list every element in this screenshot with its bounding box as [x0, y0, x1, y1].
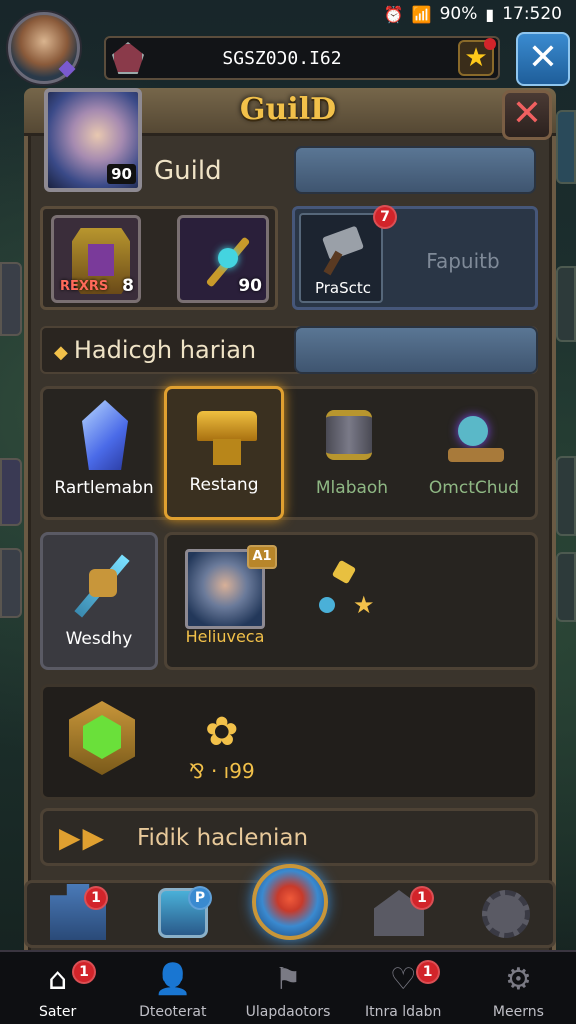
house-badge: 1	[410, 886, 434, 910]
side-tab-left[interactable]	[0, 262, 22, 336]
player-id-bar: SGSZ0Ɔ0.I62 ★	[104, 36, 500, 80]
gear-icon: ⚙	[504, 962, 532, 997]
reward-amount: ⅋ · ı99	[189, 759, 255, 783]
status-time: 17:520	[502, 4, 562, 24]
action-row[interactable]: ▶▶ Fidik haclenian	[40, 808, 538, 866]
grid-label: Mlabaoh	[315, 478, 389, 498]
side-tab-right[interactable]	[556, 456, 576, 536]
scales-icon	[448, 412, 504, 464]
nav-label: Meerns	[492, 1004, 544, 1020]
hero-card: A1 Heliuveca ★	[164, 532, 538, 670]
hero-badge: A1	[247, 545, 277, 569]
hero-name: Heliuveca	[185, 627, 265, 646]
barrel-icon	[326, 410, 372, 460]
grid-cell-scales[interactable]: OmctChud	[412, 386, 536, 520]
person-icon: 👤	[154, 962, 192, 997]
emblem-count: 8	[122, 276, 134, 296]
hammer-icon	[321, 223, 365, 273]
heart-orb-button[interactable]	[252, 864, 328, 940]
star-button[interactable]: ★	[458, 38, 496, 76]
grid-cell-barrel[interactable]: Mlabaoh	[290, 386, 414, 520]
grid-label: Rartlemabn	[54, 478, 154, 498]
green-gem-icon	[69, 701, 135, 775]
section-title: ◆ Hadicgh harian	[54, 336, 256, 364]
grid-label: OmctChud	[428, 478, 520, 498]
crystal-icon	[82, 400, 128, 470]
nav-item-profile[interactable]: 👤 Dteoterat	[115, 952, 230, 1024]
sword-icon	[67, 549, 137, 619]
play-arrows-icon: ▶▶	[59, 821, 107, 854]
action-row-text: Fidik haclenian	[137, 825, 309, 851]
nav-label: Ulapdaotors	[245, 1004, 331, 1020]
player-avatar[interactable]	[8, 12, 80, 84]
nav-badge: 1	[415, 960, 440, 984]
wand-item[interactable]: 90	[177, 215, 269, 303]
side-tab-right[interactable]	[556, 266, 576, 342]
guild-item-slots: REXRS 8 90	[40, 206, 278, 310]
section-title-text: Hadicgh harian	[73, 336, 257, 364]
gear-button[interactable]	[482, 890, 530, 938]
notification-dot	[484, 38, 496, 50]
heart-icon: ♡	[389, 962, 417, 997]
top-close-button[interactable]: ✕	[516, 32, 570, 86]
grid-label: Restang	[189, 475, 259, 495]
panel-close-button[interactable]: ✕	[502, 90, 552, 140]
wifi-icon: 📶	[411, 4, 432, 24]
nav-item-home[interactable]: ⌂ 1 Sater	[0, 952, 115, 1024]
grid-cell-crystal[interactable]: Rartlemabn	[42, 386, 166, 520]
guild-name: Guild	[154, 156, 222, 186]
player-id: SGSZ0Ɔ0.I62	[222, 48, 342, 69]
battery-icon: ▮	[485, 4, 495, 24]
bottom-nav: ⌂ 1 Sater 👤 Dteoterat ⚑ Ulapdaotors ♡ 1 …	[0, 950, 576, 1024]
guild-level: 90	[107, 164, 136, 184]
grid-cell-anvil[interactable]: Restang	[164, 386, 284, 520]
tower-badge: 1	[84, 886, 108, 910]
nav-label: Itnra ldabn	[365, 1004, 442, 1020]
emblem-tag: REXRS	[60, 279, 109, 294]
section-bar[interactable]	[294, 326, 538, 374]
guild-info-bar[interactable]	[294, 146, 536, 194]
practice-title: Fapuitb	[426, 249, 500, 273]
battery-percent: 90%	[439, 4, 478, 24]
guild-leader-portrait[interactable]: 90	[44, 88, 142, 192]
status-bar: ⏰ 📶 90% ▮ 17:520	[0, 0, 576, 28]
star-icon: ★	[353, 591, 375, 619]
anvil-icon	[197, 411, 257, 467]
practice-badge: 7	[373, 205, 397, 229]
guild-emblem-item[interactable]: REXRS 8	[51, 215, 141, 303]
house-icon: ⌂	[48, 962, 68, 997]
wand-count: 90	[238, 276, 262, 296]
nav-badge: 1	[72, 960, 96, 984]
weapon-card[interactable]: Wesdhy	[40, 532, 158, 670]
side-tab-right[interactable]	[556, 552, 576, 622]
practice-card[interactable]: PraSctc 7 Fapuitb	[292, 205, 538, 310]
practice-label: PraSctc	[314, 279, 372, 297]
nav-label: Dteoterat	[139, 1004, 207, 1020]
diamond-icon: ◆	[54, 342, 68, 363]
reward-card[interactable]: ✿ ⅋ · ı99	[40, 684, 538, 800]
nav-item-settings[interactable]: ⚙ Meerns	[461, 952, 576, 1024]
practice-slot: PraSctc	[299, 213, 383, 303]
flower-icon: ✿	[205, 709, 239, 755]
shield-badge: P	[188, 886, 212, 910]
side-tab-left[interactable]	[0, 458, 22, 526]
weapon-label: Wesdhy	[65, 629, 133, 649]
nav-label: Sater	[38, 1004, 77, 1020]
alarm-icon: ⏰	[383, 4, 404, 24]
side-tab-left[interactable]	[0, 548, 22, 618]
nav-item-favorites[interactable]: ♡ 1 Itnra ldabn	[346, 952, 461, 1024]
nav-item-updates[interactable]: ⚑ Ulapdaotors	[230, 952, 345, 1024]
flag-icon: ⚑	[274, 962, 302, 997]
